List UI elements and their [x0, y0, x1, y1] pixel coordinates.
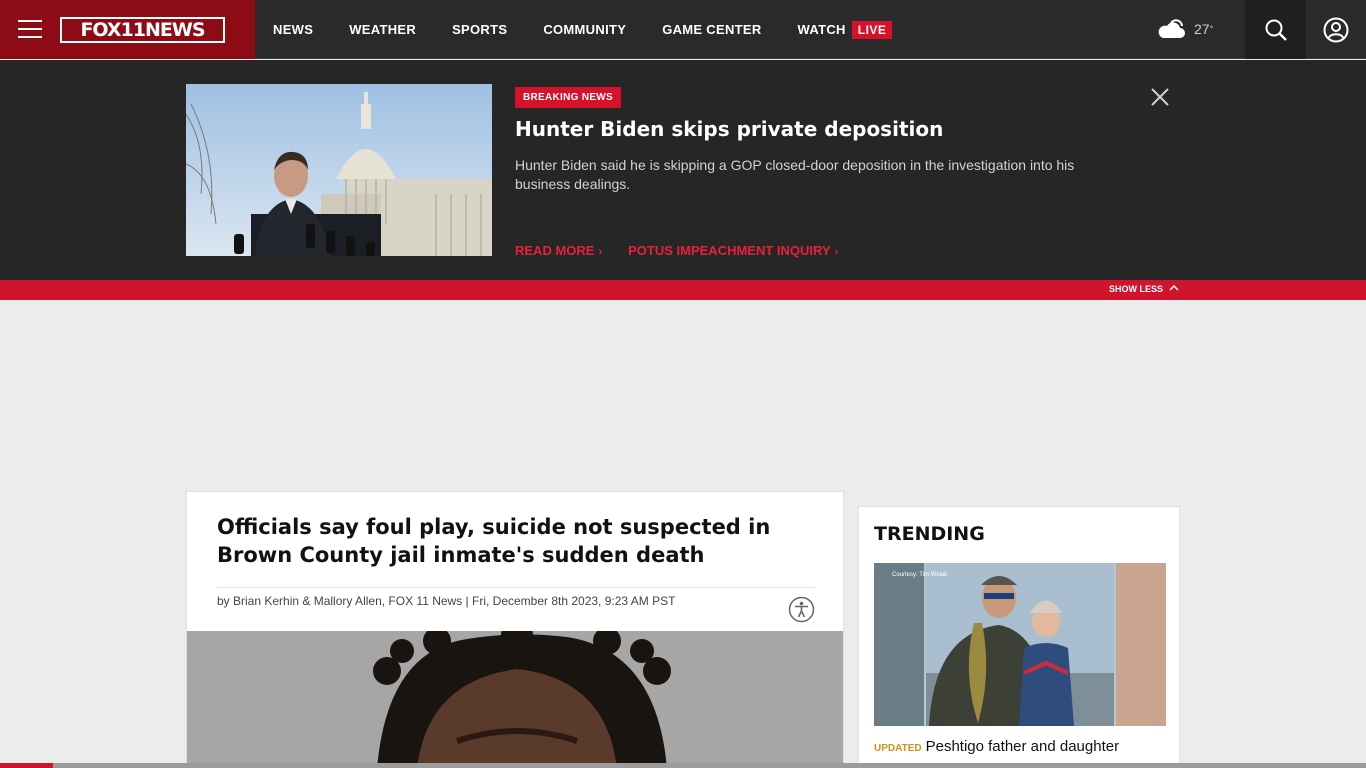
- show-less-button[interactable]: SHOW LESS: [1109, 284, 1179, 294]
- logo-text: FOX11NEWS: [80, 18, 205, 41]
- nav-item-sports[interactable]: SPORTS: [452, 22, 507, 37]
- article-card: Officials say foul play, suicide not sus…: [186, 491, 844, 768]
- weather-temperature: 27: [1194, 21, 1210, 37]
- read-more-link[interactable]: READ MORE ›: [515, 243, 602, 258]
- father-daughter-fish-photo: [874, 563, 1166, 726]
- breaking-news-label: BREAKING NEWS: [515, 87, 622, 108]
- nav-item-watch-label: WATCH: [797, 22, 846, 37]
- search-icon: [1265, 19, 1287, 41]
- accessibility-icon[interactable]: [788, 596, 815, 623]
- live-badge: LIVE: [851, 21, 893, 39]
- nav-item-watch-live[interactable]: WATCH LIVE: [797, 21, 893, 39]
- trending-item-title: Peshtigo father and daughter: [925, 738, 1120, 755]
- nav-item-weather[interactable]: WEATHER: [349, 22, 416, 37]
- article-headline: Officials say foul play, suicide not sus…: [217, 515, 771, 567]
- scroll-progress-fill: [0, 763, 54, 768]
- trending-item[interactable]: UPDATED Peshtigo father and daughter: [874, 737, 1166, 759]
- user-account-icon: [1323, 17, 1349, 42]
- scroll-progress-bar: [0, 763, 1366, 768]
- search-button[interactable]: [1245, 0, 1306, 59]
- article-mugshot-image[interactable]: [187, 631, 843, 767]
- partly-cloudy-icon: [1158, 19, 1185, 38]
- brand-area: FOX11NEWS: [0, 0, 255, 59]
- weather-degree-symbol: °: [1209, 24, 1214, 34]
- potus-impeachment-inquiry-link[interactable]: POTUS IMPEACHMENT INQUIRY ›: [628, 243, 838, 258]
- weather-widget[interactable]: 27 °: [1154, 18, 1213, 40]
- show-less-label: SHOW LESS: [1109, 284, 1164, 294]
- divider: [217, 587, 815, 588]
- account-button[interactable]: [1306, 0, 1366, 59]
- breaking-news-description: Hunter Biden said he is skipping a GOP c…: [515, 157, 1075, 192]
- nav-item-news[interactable]: NEWS: [273, 22, 313, 37]
- fox11-news-logo[interactable]: FOX11NEWS: [60, 17, 225, 43]
- capitol-press-photo: [186, 84, 492, 256]
- updated-badge: UPDATED: [874, 743, 922, 754]
- breaking-news-image[interactable]: [186, 84, 492, 256]
- top-navigation-bar: FOX11NEWS NEWS WEATHER SPORTS COMMUNITY …: [0, 0, 1366, 59]
- nav-item-game-center[interactable]: GAME CENTER: [662, 22, 761, 37]
- nav-item-community[interactable]: COMMUNITY: [543, 22, 626, 37]
- close-icon[interactable]: [1148, 85, 1172, 109]
- trending-image[interactable]: Courtesy: Tim Wolak: [874, 563, 1166, 726]
- image-credit-caption: Courtesy: Tim Wolak: [892, 572, 948, 578]
- mugshot-photo: [187, 631, 843, 767]
- main-nav: NEWS WEATHER SPORTS COMMUNITY GAME CENTE…: [255, 0, 910, 59]
- breaking-news-headline[interactable]: Hunter Biden skips private deposition: [515, 117, 943, 141]
- show-less-bar: SHOW LESS: [0, 280, 1366, 300]
- hamburger-menu-icon[interactable]: [18, 20, 42, 38]
- trending-panel: TRENDING Courtesy: Tim Wolak UPDATED Pesh…: [858, 506, 1180, 768]
- read-more-label: READ MORE: [515, 243, 595, 258]
- chevron-up-icon: [1169, 284, 1179, 291]
- chevron-right-icon: ›: [834, 246, 839, 258]
- breaking-news-links: READ MORE › POTUS IMPEACHMENT INQUIRY ›: [515, 243, 864, 258]
- article-byline: by Brian Kerhin & Mallory Allen, FOX 11 …: [217, 594, 676, 608]
- trending-heading: TRENDING: [874, 523, 985, 545]
- breaking-news-banner: BREAKING NEWS Hunter Biden skips private…: [0, 60, 1366, 280]
- chevron-right-icon: ›: [598, 246, 603, 258]
- potus-impeachment-inquiry-label: POTUS IMPEACHMENT INQUIRY: [628, 243, 831, 258]
